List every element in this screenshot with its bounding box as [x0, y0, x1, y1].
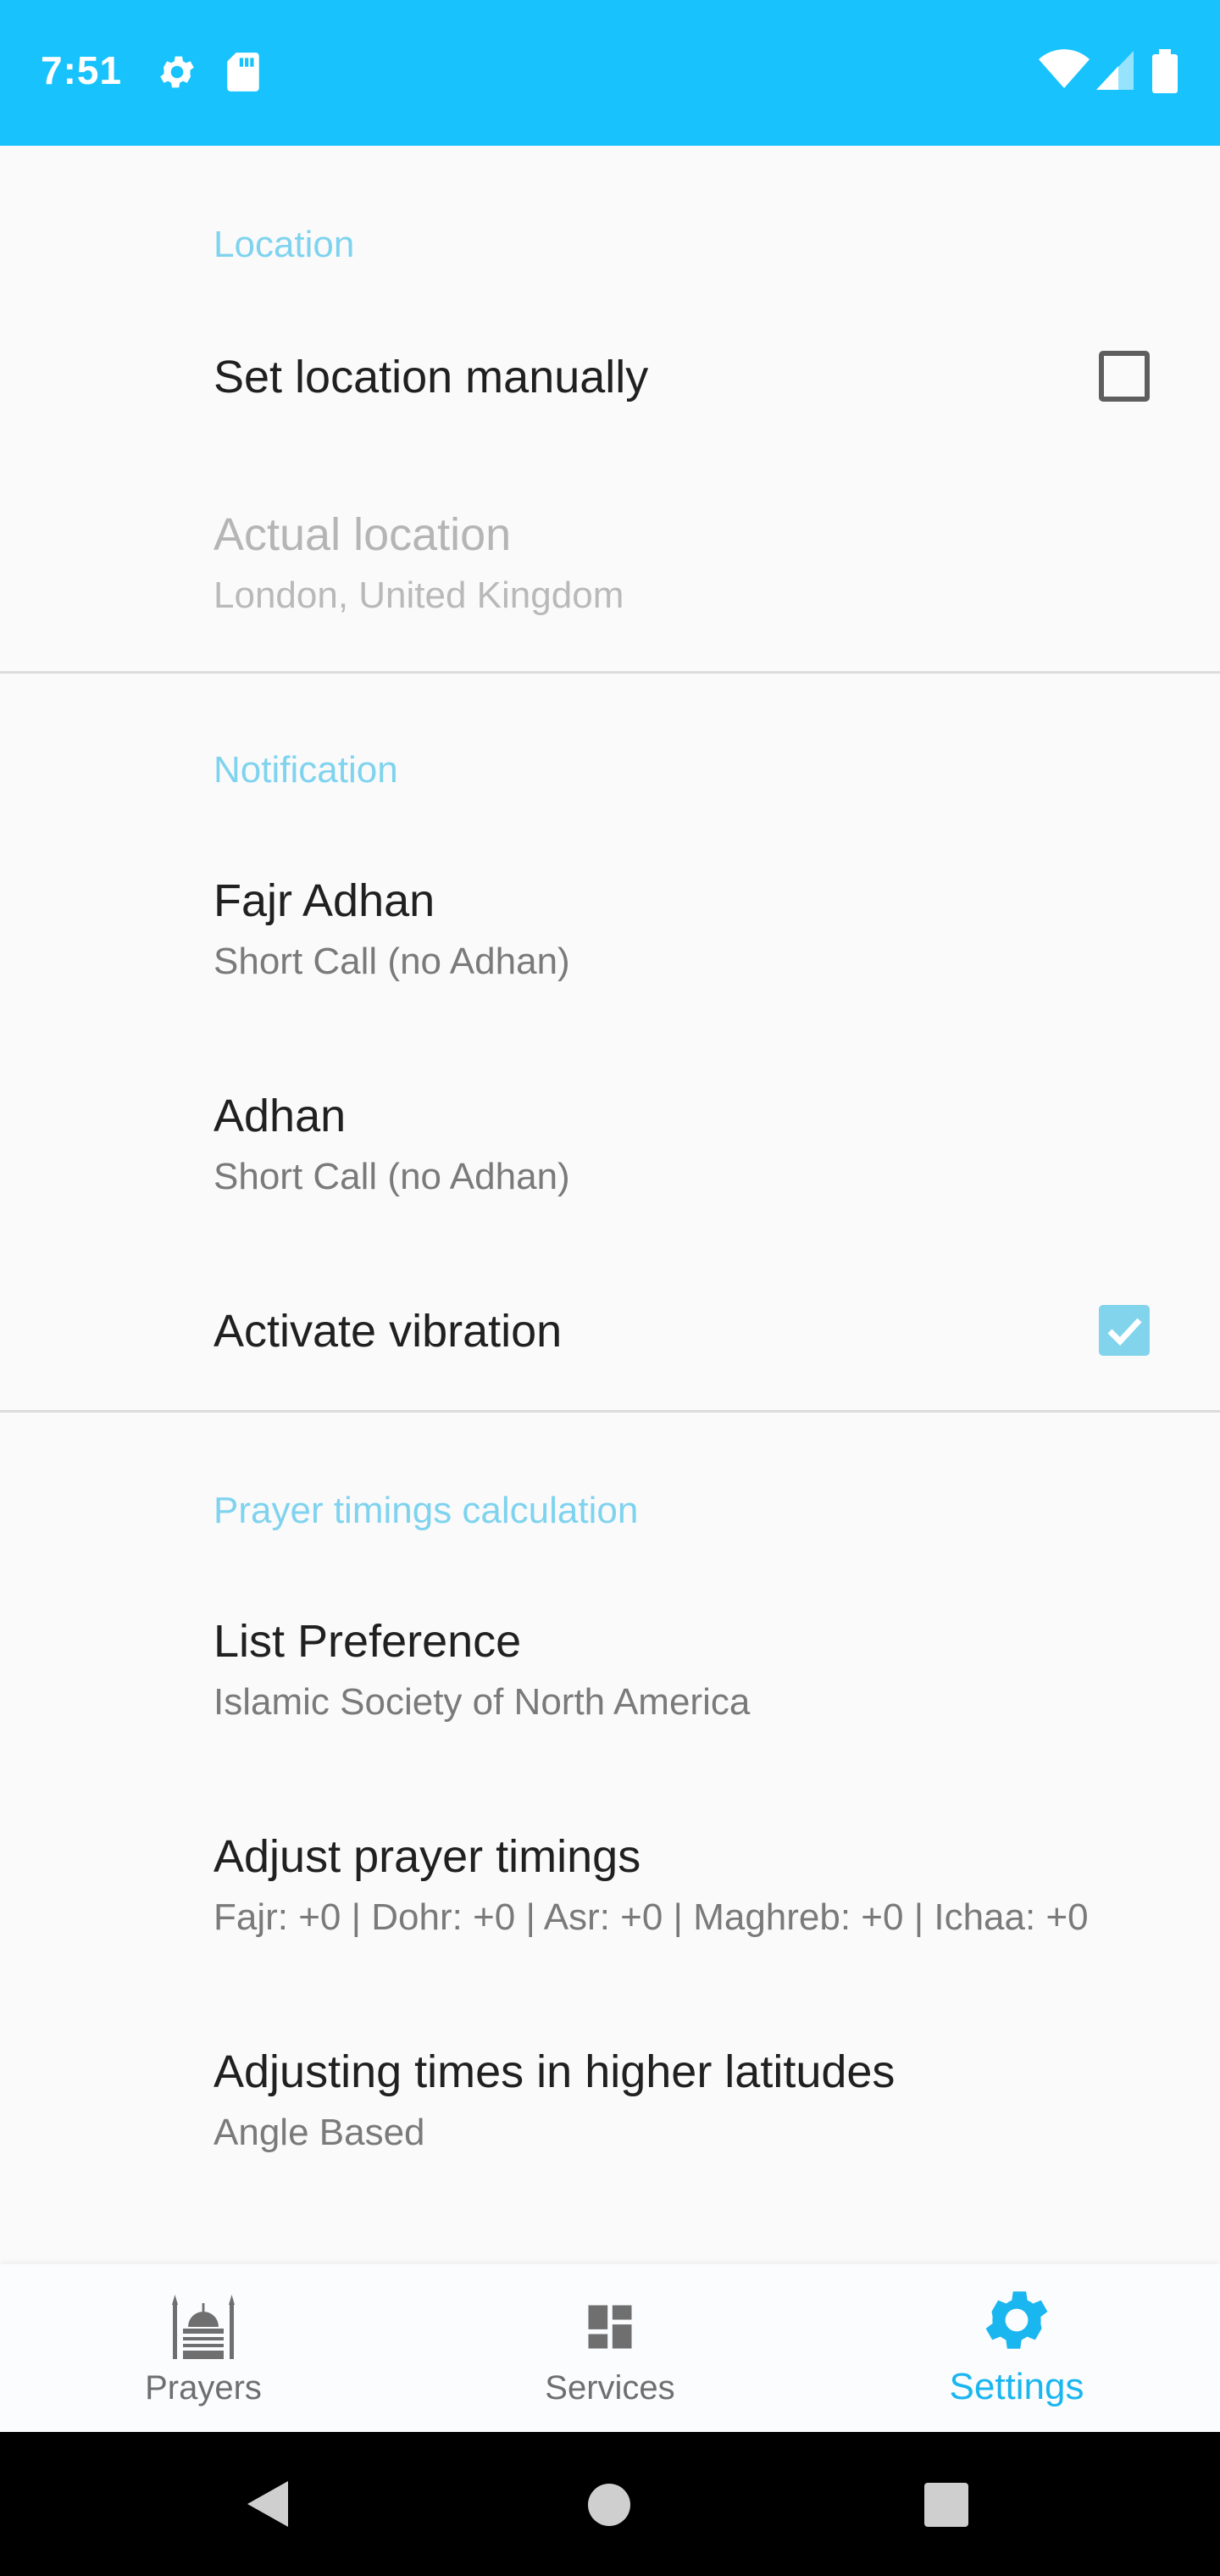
fajr-adhan-row[interactable]: Fajr Adhan Short Call (no Adhan)	[0, 847, 1220, 1034]
system-navigation-bar	[0, 2432, 1220, 2576]
adjust-prayer-timings-summary: Fajr: +0 | Dohr: +0 | Asr: +0 | Maghreb:…	[214, 1896, 1089, 1938]
gear-icon	[985, 2291, 1048, 2349]
section-header-prayer-timings: Prayer timings calculation	[214, 1490, 639, 1531]
nav-item-prayers[interactable]: Prayers	[0, 2264, 407, 2432]
nav-item-settings[interactable]: Settings	[813, 2264, 1220, 2432]
activate-vibration-row[interactable]: Activate vibration	[0, 1271, 1220, 1391]
adhan-row[interactable]: Adhan Short Call (no Adhan)	[0, 1063, 1220, 1249]
nav-label-services: Services	[545, 2369, 675, 2407]
adhan-summary: Short Call (no Adhan)	[214, 1156, 570, 1197]
mosque-icon	[172, 2295, 235, 2359]
list-preference-row[interactable]: List Preference Islamic Society of North…	[0, 1588, 1220, 1774]
adjust-prayer-timings-title: Adjust prayer timings	[214, 1831, 641, 1882]
status-bar: 7:51	[0, 0, 1220, 146]
dashboard-icon	[588, 2305, 632, 2349]
set-location-manually-row[interactable]: Set location manually	[0, 317, 1220, 437]
nav-item-services[interactable]: Services	[407, 2264, 813, 2432]
back-icon[interactable]	[244, 2479, 291, 2534]
wifi-icon	[1039, 49, 1090, 94]
bottom-navigation: Prayers Services Settings	[0, 2264, 1220, 2432]
sd-card-icon	[225, 51, 261, 97]
higher-latitudes-title: Adjusting times in higher latitudes	[214, 2046, 896, 2097]
home-icon[interactable]	[587, 2483, 631, 2531]
set-location-manually-title: Set location manually	[214, 352, 649, 402]
status-time: 7:51	[41, 48, 123, 92]
divider	[0, 1410, 1220, 1413]
adhan-title: Adhan	[214, 1091, 347, 1141]
gear-icon	[156, 51, 198, 97]
activate-vibration-title: Activate vibration	[214, 1306, 563, 1357]
list-preference-summary: Islamic Society of North America	[214, 1681, 751, 1723]
section-header-notification: Notification	[214, 749, 398, 791]
fajr-adhan-summary: Short Call (no Adhan)	[214, 941, 570, 982]
fajr-adhan-title: Fajr Adhan	[214, 875, 435, 926]
check-icon	[1107, 1318, 1142, 1346]
recents-icon[interactable]	[924, 2483, 968, 2531]
higher-latitudes-summary: Angle Based	[214, 2112, 425, 2153]
nav-label-prayers: Prayers	[145, 2369, 262, 2407]
actual-location-title: Actual location	[214, 509, 512, 560]
divider	[0, 671, 1220, 674]
battery-icon	[1152, 49, 1178, 97]
signal-icon	[1096, 51, 1134, 94]
set-location-manually-checkbox[interactable]	[1099, 351, 1150, 402]
actual-location-summary: London, United Kingdom	[214, 575, 624, 616]
section-header-location: Location	[214, 224, 355, 265]
list-preference-title: List Preference	[214, 1616, 522, 1667]
higher-latitudes-row[interactable]: Adjusting times in higher latitudes Angl…	[0, 2018, 1220, 2205]
actual-location-row: Actual location London, United Kingdom	[0, 481, 1220, 651]
adjust-prayer-timings-row[interactable]: Adjust prayer timings Fajr: +0 | Dohr: +…	[0, 1803, 1220, 1990]
activate-vibration-checkbox[interactable]	[1099, 1305, 1150, 1356]
nav-label-settings: Settings	[949, 2366, 1084, 2407]
